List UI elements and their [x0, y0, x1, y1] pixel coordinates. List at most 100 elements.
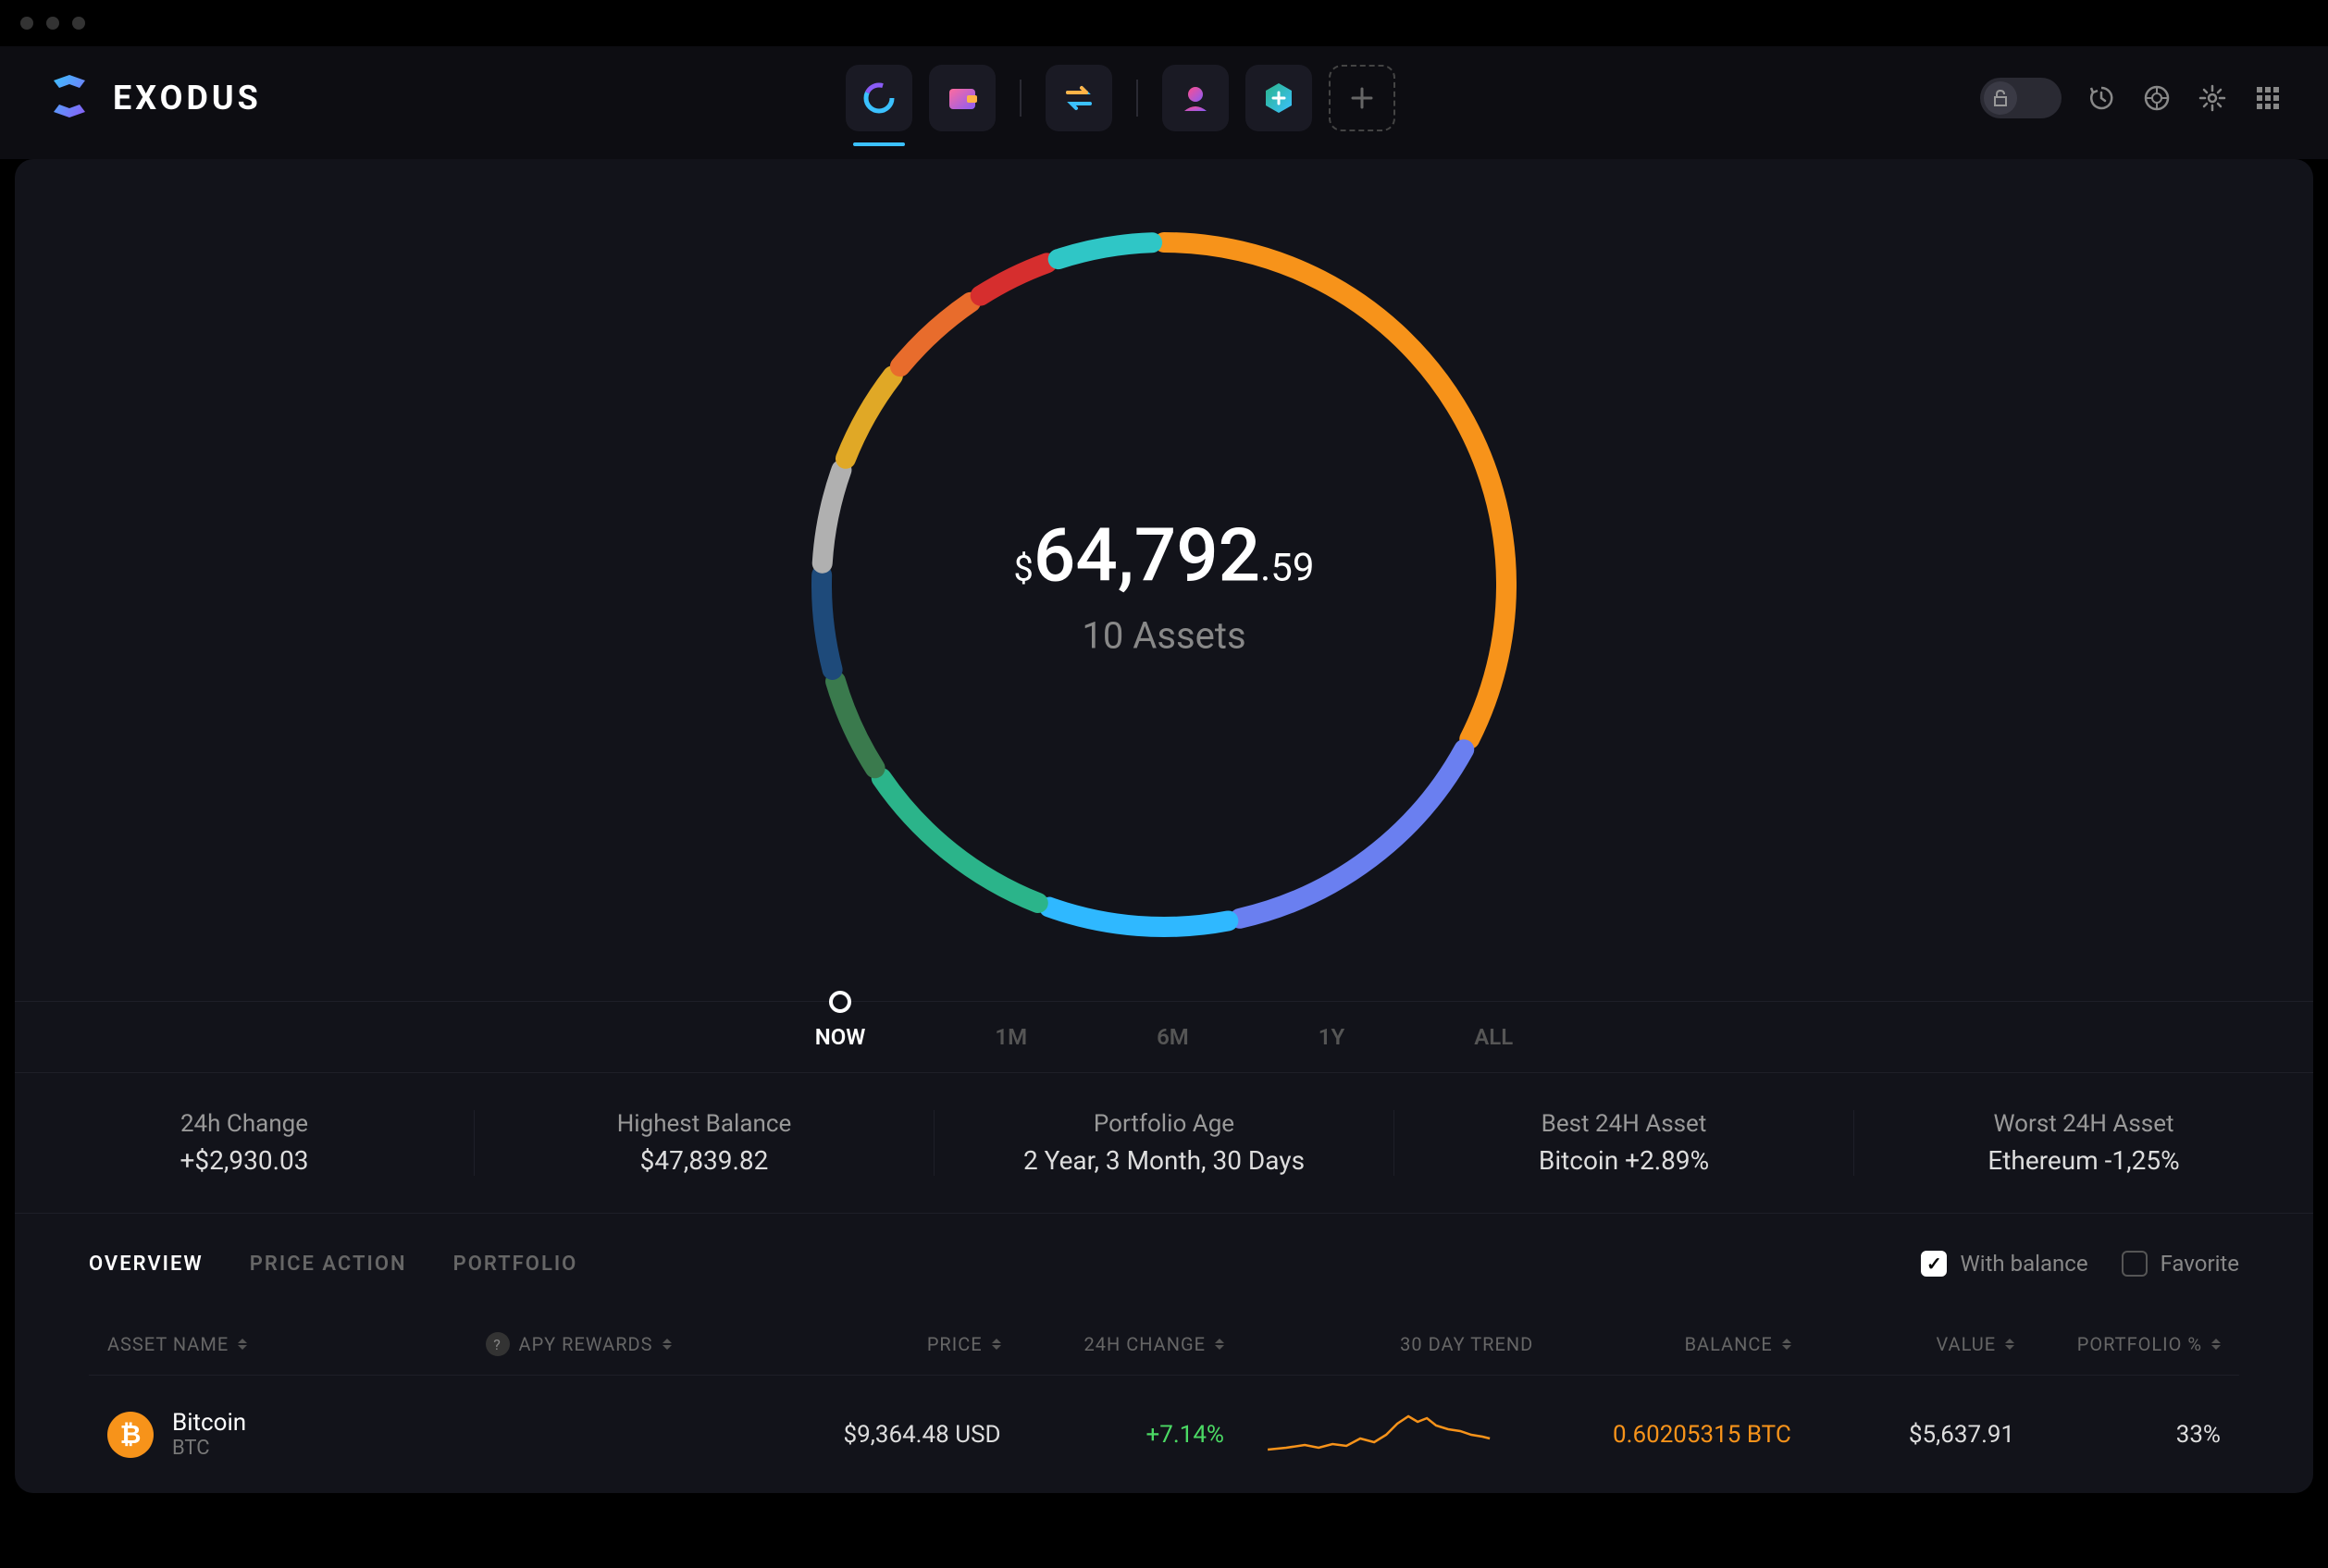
td-price: $9,364.48 USD: [761, 1421, 1001, 1449]
grid-icon[interactable]: [2252, 82, 2284, 114]
lock-icon: [1984, 81, 2017, 115]
checkbox-icon: [1921, 1251, 1947, 1277]
portfolio-stats: 24h Change +$2,930.03 Highest Balance $4…: [15, 1073, 2313, 1214]
td-trend: [1224, 1403, 1533, 1465]
th-asset-name[interactable]: ASSET NAME: [107, 1333, 486, 1355]
assets-count: 10 Assets: [1014, 614, 1315, 658]
exodus-logo-icon: [44, 71, 94, 125]
table-header: ASSET NAME ? APY REWARDS PRICE 24H CHANG…: [89, 1314, 2239, 1376]
donut-center: $ 64,792 .59 10 Assets: [1014, 512, 1315, 658]
nav-profile[interactable]: [1162, 65, 1229, 131]
th-balance[interactable]: BALANCE: [1533, 1333, 1791, 1355]
help-icon: ?: [486, 1332, 510, 1356]
asset-name: Bitcoin: [172, 1409, 246, 1437]
stat-label: Highest Balance: [475, 1110, 934, 1138]
history-icon[interactable]: [2086, 82, 2117, 114]
th-price[interactable]: PRICE: [761, 1333, 1001, 1355]
sort-icon: [662, 1339, 672, 1350]
stat-value: 2 Year, 3 Month, 30 Days: [935, 1145, 1393, 1176]
wallet-icon: [945, 80, 980, 116]
main-content: $ 64,792 .59 10 Assets NOW 1M 6M 1Y ALL …: [15, 159, 2313, 1493]
timeframe-now[interactable]: NOW: [815, 1024, 866, 1050]
nav-add[interactable]: [1329, 65, 1395, 131]
table-tabs: OVERVIEW PRICE ACTION PORTFOLIO With bal…: [89, 1251, 2239, 1277]
asset-cell: ₿ Bitcoin BTC: [107, 1409, 486, 1460]
lock-toggle[interactable]: [1980, 78, 2062, 118]
stat-best: Best 24H Asset Bitcoin +2.89%: [1394, 1110, 1854, 1176]
window-close-dot[interactable]: [20, 17, 33, 30]
th-trend: 30 DAY TREND: [1224, 1333, 1533, 1355]
tab-group: OVERVIEW PRICE ACTION PORTFOLIO: [89, 1253, 577, 1276]
stat-age: Portfolio Age 2 Year, 3 Month, 30 Days: [935, 1110, 1394, 1176]
nav-apps[interactable]: [1245, 65, 1312, 131]
stat-value: +$2,930.03: [15, 1145, 474, 1176]
portfolio-donut: $ 64,792 .59 10 Assets: [15, 215, 2313, 955]
plus-icon: [1349, 85, 1375, 111]
td-portfolio-pct: 33%: [2014, 1421, 2221, 1449]
td-value: $5,637.91: [1791, 1421, 2014, 1449]
bitcoin-icon: ₿: [107, 1412, 154, 1458]
filter-label: With balance: [1960, 1251, 2087, 1277]
window-minimize-dot[interactable]: [46, 17, 59, 30]
stat-24h-change: 24h Change +$2,930.03: [15, 1110, 475, 1176]
sort-icon: [992, 1339, 1001, 1350]
profile-icon: [1179, 81, 1212, 115]
timeframe-6m[interactable]: 6M: [1157, 1024, 1189, 1050]
td-balance: 0.60205315 BTC: [1533, 1421, 1791, 1449]
topbar: EXODUS: [0, 46, 2328, 159]
filter-favorite[interactable]: Favorite: [2122, 1251, 2239, 1277]
asset-ticker: BTC: [172, 1437, 246, 1460]
th-change24h[interactable]: 24H CHANGE: [1001, 1333, 1224, 1355]
main-nav: [846, 65, 1395, 131]
th-apy[interactable]: ? APY REWARDS: [486, 1332, 761, 1356]
sort-icon: [1215, 1339, 1224, 1350]
swap-icon: [1060, 80, 1097, 117]
help-icon[interactable]: [2141, 82, 2173, 114]
window-controls: [0, 0, 2328, 46]
window-maximize-dot[interactable]: [72, 17, 85, 30]
balance-main: 64,792: [1034, 512, 1260, 599]
checkbox-icon: [2122, 1251, 2148, 1277]
filter-label: Favorite: [2161, 1251, 2239, 1277]
sort-icon: [238, 1339, 247, 1350]
stat-worst: Worst 24H Asset Ethereum -1,25%: [1854, 1110, 2313, 1176]
sort-icon: [1782, 1339, 1791, 1350]
stat-label: Portfolio Age: [935, 1110, 1393, 1138]
stat-value: Ethereum -1,25%: [1854, 1145, 2313, 1176]
sparkline-icon: [1224, 1403, 1533, 1459]
timeframe-1m[interactable]: 1M: [995, 1024, 1027, 1050]
filter-with-balance[interactable]: With balance: [1921, 1251, 2087, 1277]
nav-portfolio[interactable]: [846, 65, 912, 131]
td-change24h: +7.14%: [1001, 1421, 1224, 1449]
right-controls: [1980, 78, 2284, 118]
stat-label: 24h Change: [15, 1110, 474, 1138]
stat-value: Bitcoin +2.89%: [1394, 1145, 1853, 1176]
app-name: EXODUS: [113, 79, 262, 117]
filter-group: With balance Favorite: [1921, 1251, 2239, 1277]
stat-label: Best 24H Asset: [1394, 1110, 1853, 1138]
nav-exchange[interactable]: [1046, 65, 1112, 131]
th-value[interactable]: VALUE: [1791, 1333, 2014, 1355]
total-balance: $ 64,792 .59: [1014, 512, 1315, 599]
settings-icon[interactable]: [2197, 82, 2228, 114]
table-row[interactable]: ₿ Bitcoin BTC $9,364.48 USD +7.14% 0.602…: [89, 1376, 2239, 1493]
balance-cents: .59: [1260, 546, 1314, 591]
app-logo: EXODUS: [44, 71, 262, 125]
stat-highest: Highest Balance $47,839.82: [475, 1110, 935, 1176]
donut-icon: [861, 80, 898, 117]
nav-wallet[interactable]: [929, 65, 996, 131]
sort-icon: [2005, 1339, 2014, 1350]
tab-price-action[interactable]: PRICE ACTION: [250, 1253, 407, 1276]
balance-currency: $: [1014, 549, 1034, 590]
nav-divider: [1136, 80, 1138, 117]
hexagon-plus-icon: [1260, 80, 1297, 117]
nav-divider: [1020, 80, 1022, 117]
timeframe-1y[interactable]: 1Y: [1319, 1024, 1344, 1050]
stat-label: Worst 24H Asset: [1854, 1110, 2313, 1138]
tab-portfolio[interactable]: PORTFOLIO: [453, 1253, 578, 1276]
sort-icon: [2211, 1339, 2221, 1350]
timeframe-all[interactable]: ALL: [1474, 1024, 1513, 1050]
assets-table-section: OVERVIEW PRICE ACTION PORTFOLIO With bal…: [15, 1214, 2313, 1493]
tab-overview[interactable]: OVERVIEW: [89, 1253, 204, 1276]
th-portfolio-pct[interactable]: PORTFOLIO %: [2014, 1333, 2221, 1355]
